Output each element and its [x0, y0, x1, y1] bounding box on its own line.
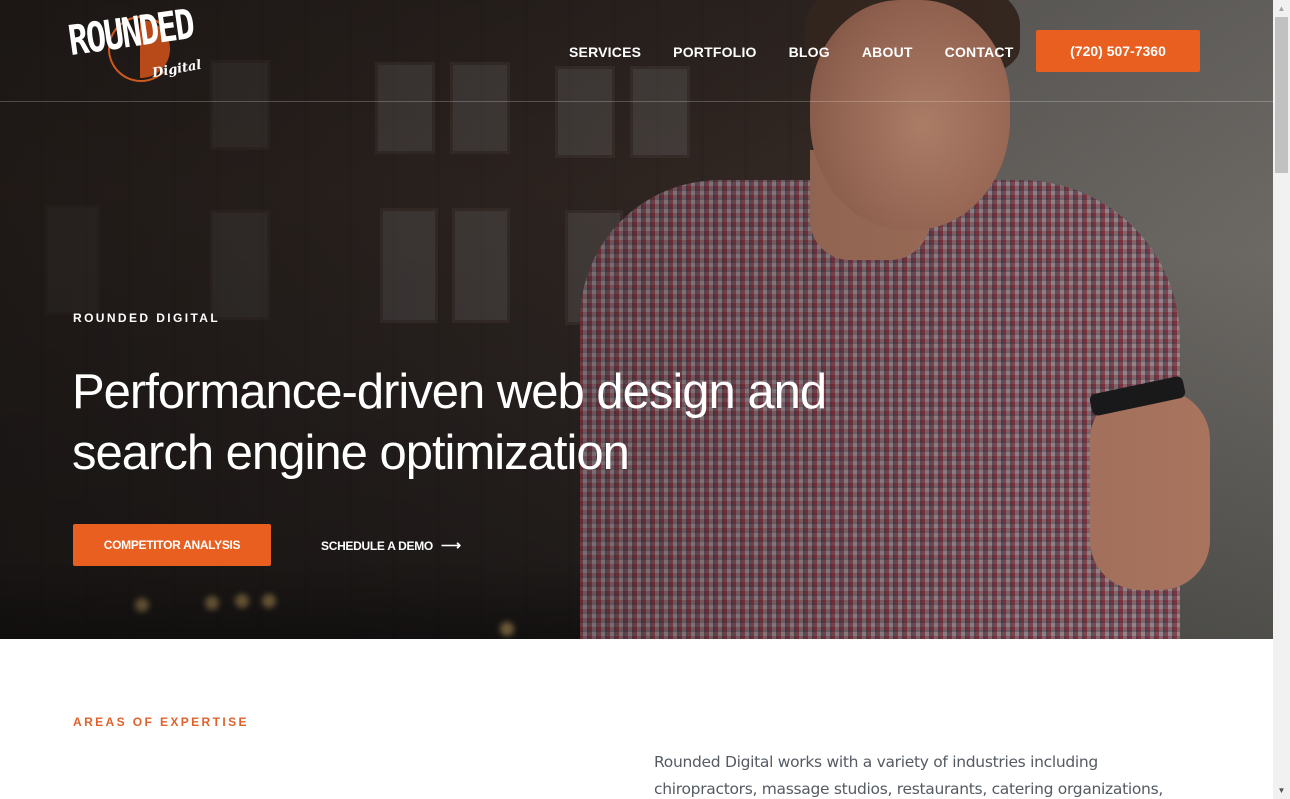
competitor-analysis-button[interactable]: COMPETITOR ANALYSIS	[73, 524, 271, 566]
scrollbar-thumb[interactable]	[1275, 17, 1288, 173]
hero-headline: Performance-driven web design and search…	[72, 365, 827, 480]
nav-services[interactable]: SERVICES	[569, 44, 641, 60]
logo[interactable]: ROUNDED Digital	[65, 0, 212, 86]
vertical-scrollbar[interactable]: ▲ ▼	[1273, 0, 1290, 799]
header-divider	[0, 101, 1273, 102]
areas-of-expertise-label: AREAS OF EXPERTISE	[73, 715, 249, 729]
nav-about[interactable]: ABOUT	[862, 44, 913, 60]
scroll-down-icon[interactable]: ▼	[1273, 782, 1290, 799]
nav-portfolio[interactable]: PORTFOLIO	[673, 44, 756, 60]
page: ROUNDED Digital SERVICES PORTFOLIO BLOG …	[0, 0, 1273, 799]
nav-blog[interactable]: BLOG	[789, 44, 830, 60]
scroll-up-icon[interactable]: ▲	[1273, 0, 1290, 17]
main-nav: SERVICES PORTFOLIO BLOG ABOUT CONTACT	[569, 44, 1045, 60]
expertise-description: Rounded Digital works with a variety of …	[654, 753, 1163, 798]
hero-section: ROUNDED Digital SERVICES PORTFOLIO BLOG …	[0, 0, 1273, 639]
arrow-right-icon: ⟶	[440, 537, 461, 553]
phone-button[interactable]: (720) 507-7360	[1036, 30, 1200, 72]
hero-eyebrow: ROUNDED DIGITAL	[73, 311, 221, 325]
schedule-demo-link[interactable]: SCHEDULE A DEMO ⟶	[321, 537, 461, 554]
nav-contact[interactable]: CONTACT	[945, 44, 1014, 60]
schedule-demo-label: SCHEDULE A DEMO	[321, 538, 433, 553]
